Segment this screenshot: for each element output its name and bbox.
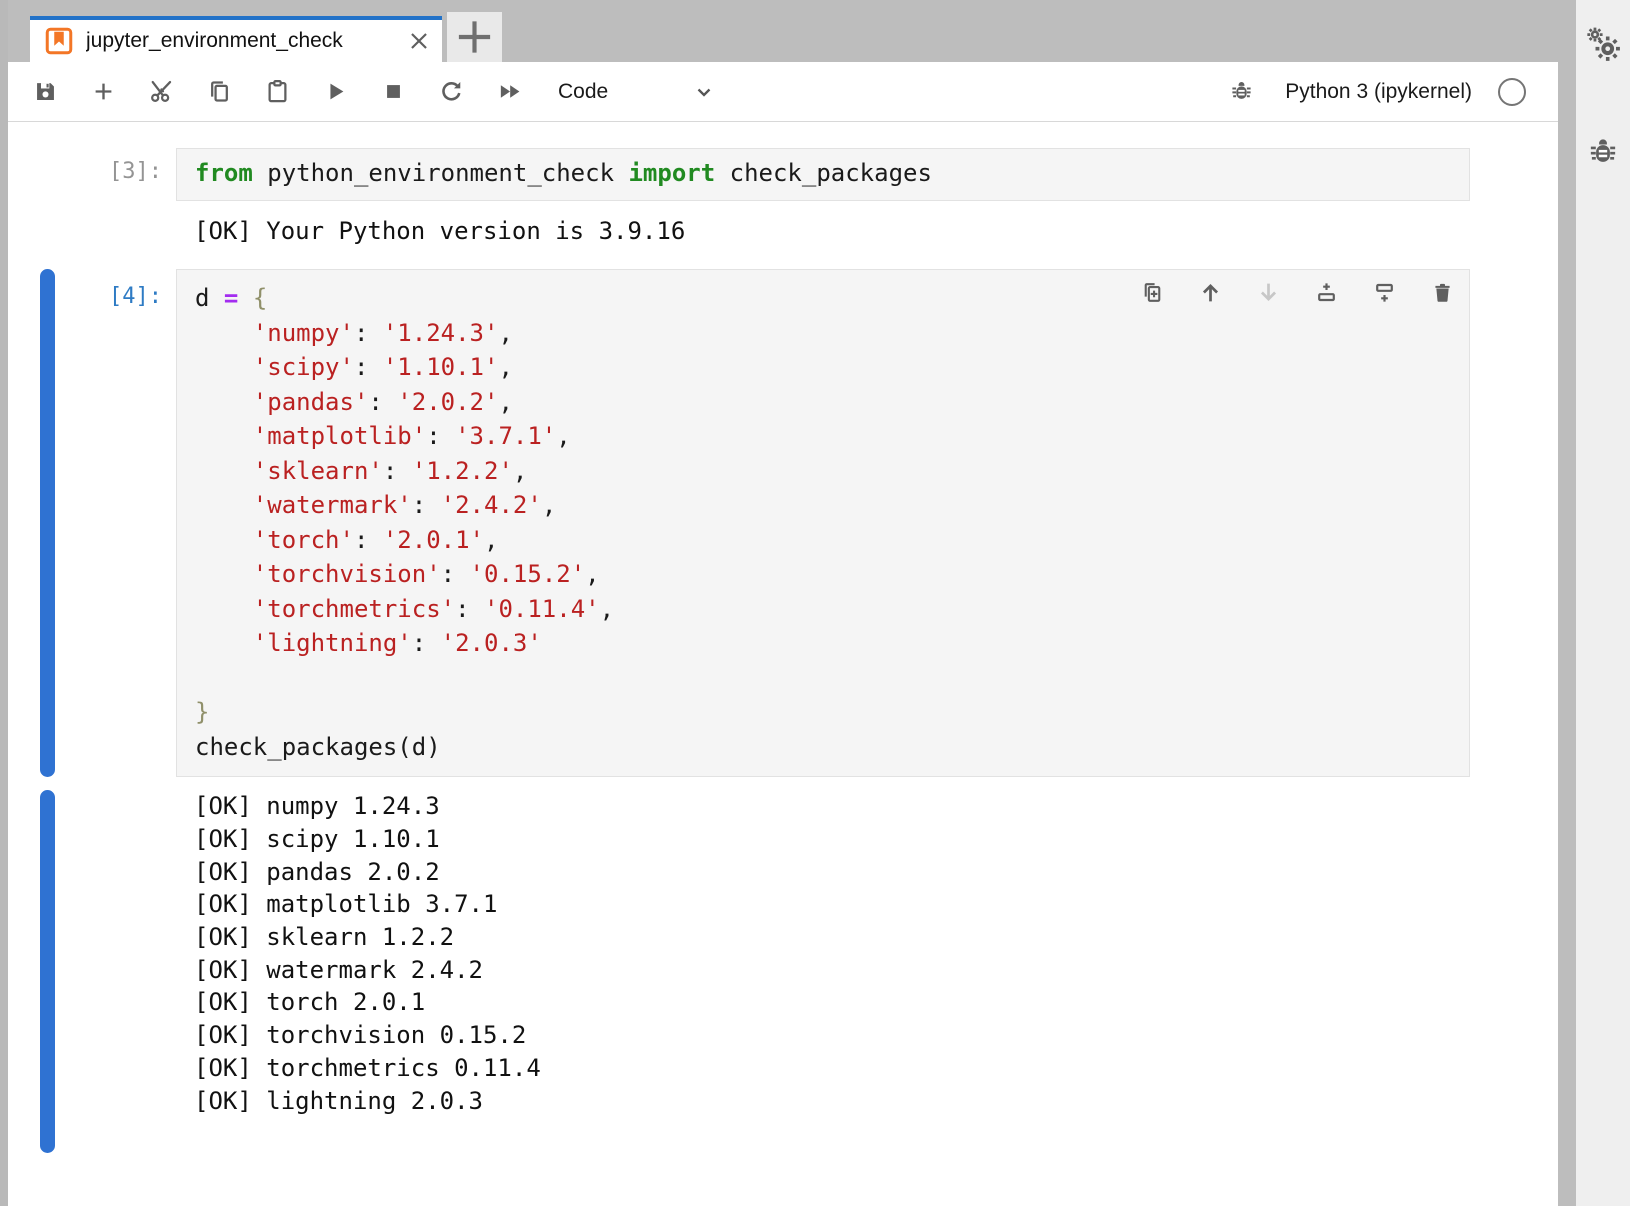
- cell-type-dropdown[interactable]: Code: [558, 80, 716, 104]
- execution-prompt: [3]:: [55, 148, 176, 201]
- cell-hover-toolbar: [1140, 280, 1455, 305]
- cell-output-text: [OK] numpy 1.24.3[OK] scipy 1.10.1[OK] p…: [176, 790, 1470, 1153]
- code-cell-editor[interactable]: from python_environment_check import che…: [176, 148, 1470, 201]
- code-line: }: [195, 695, 1469, 730]
- cell: [3]: from python_environment_check import…: [8, 148, 1558, 247]
- new-tab-button[interactable]: [447, 12, 502, 62]
- run-icon[interactable]: [322, 78, 349, 105]
- kernel-status-icon[interactable]: [1498, 78, 1526, 106]
- stop-icon[interactable]: [380, 78, 407, 105]
- tab-title: jupyter_environment_check: [86, 29, 343, 53]
- output-prompt-spacer: [55, 215, 176, 248]
- code-line: from python_environment_check import che…: [195, 156, 1469, 191]
- duplicate-cell-icon[interactable]: [1140, 280, 1165, 305]
- output-line: [OK] pandas 2.0.2: [194, 856, 1470, 889]
- output-line: [OK] torch 2.0.1: [194, 986, 1470, 1019]
- restart-kernel-icon[interactable]: [438, 78, 465, 105]
- code-line: 'torchmetrics': '0.11.4',: [195, 592, 1469, 627]
- close-icon[interactable]: [406, 28, 432, 54]
- code-line: 'watermark': '2.4.2',: [195, 488, 1469, 523]
- output-line: [OK] torchvision 0.15.2: [194, 1019, 1470, 1052]
- output-line: [OK] watermark 2.4.2: [194, 954, 1470, 987]
- move-cell-up-icon[interactable]: [1198, 280, 1223, 305]
- kernel-area: Python 3 (ipykernel): [1228, 78, 1542, 106]
- cell-input-collapser[interactable]: [40, 269, 55, 777]
- insert-cell-icon[interactable]: [90, 78, 117, 105]
- cell: [4]:d = { 'numpy': '1.24.3', 'scipy': '1…: [8, 269, 1558, 1153]
- main-dock-panel: jupyter_environment_check: [8, 0, 1558, 1206]
- cell-output-collapser: [40, 215, 55, 248]
- restart-run-all-icon[interactable]: [496, 78, 523, 105]
- property-inspector-gears-icon[interactable]: [1585, 26, 1621, 62]
- code-line: 'numpy': '1.24.3',: [195, 316, 1469, 351]
- execution-prompt: [4]:: [55, 269, 176, 777]
- code-line: 'torch': '2.0.1',: [195, 523, 1469, 558]
- cut-icon[interactable]: [148, 78, 175, 105]
- output-line: [OK] sklearn 1.2.2: [194, 921, 1470, 954]
- cell-type-value: Code: [558, 80, 608, 104]
- output-prompt-spacer: [55, 790, 176, 1153]
- tab-notebook[interactable]: jupyter_environment_check: [30, 16, 442, 62]
- cell-output-text: [OK] Your Python version is 3.9.16: [176, 215, 1470, 248]
- jupyterlab-window: jupyter_environment_check: [0, 0, 1630, 1206]
- cell-input-collapser: [40, 148, 55, 201]
- insert-cell-above-icon[interactable]: [1314, 280, 1339, 305]
- code-line: check_packages(d): [195, 730, 1469, 765]
- delete-cell-icon[interactable]: [1430, 280, 1455, 305]
- kernel-name[interactable]: Python 3 (ipykernel): [1285, 80, 1472, 104]
- dock-edge-strip: [1558, 0, 1576, 1206]
- notebook: [3]: from python_environment_check import…: [8, 122, 1558, 1206]
- tab-bar: jupyter_environment_check: [8, 0, 1558, 62]
- copy-icon[interactable]: [206, 78, 233, 105]
- code-line: 'lightning': '2.0.3': [195, 626, 1469, 661]
- save-icon[interactable]: [32, 78, 59, 105]
- code-line: 'matplotlib': '3.7.1',: [195, 419, 1469, 454]
- output-line: [OK] numpy 1.24.3: [194, 790, 1470, 823]
- code-line: 'pandas': '2.0.2',: [195, 385, 1469, 420]
- output-line: [OK] Your Python version is 3.9.16: [194, 215, 1470, 248]
- output-line: [OK] matplotlib 3.7.1: [194, 888, 1470, 921]
- code-line: 'sklearn': '1.2.2',: [195, 454, 1469, 489]
- cell-output-collapser[interactable]: [40, 790, 55, 1153]
- code-line: 'scipy': '1.10.1',: [195, 350, 1469, 385]
- right-sidebar: [1576, 0, 1630, 1206]
- output-line: [OK] scipy 1.10.1: [194, 823, 1470, 856]
- code-line: [195, 661, 1469, 696]
- output-line: [OK] torchmetrics 0.11.4: [194, 1052, 1470, 1085]
- code-line: 'torchvision': '0.15.2',: [195, 557, 1469, 592]
- notebook-toolbar: Code Python 3 (ipykernel): [8, 62, 1558, 122]
- output-line: [OK] lightning 2.0.3: [194, 1085, 1470, 1118]
- chevron-down-icon: [692, 80, 716, 104]
- debugger-bug-icon[interactable]: [1228, 78, 1255, 105]
- insert-cell-below-icon[interactable]: [1372, 280, 1397, 305]
- notebook-icon: [44, 26, 74, 56]
- move-cell-down-icon: [1256, 280, 1281, 305]
- paste-icon[interactable]: [264, 78, 291, 105]
- debugger-bug-icon[interactable]: [1585, 134, 1621, 170]
- code-cell-editor[interactable]: d = { 'numpy': '1.24.3', 'scipy': '1.10.…: [176, 269, 1470, 777]
